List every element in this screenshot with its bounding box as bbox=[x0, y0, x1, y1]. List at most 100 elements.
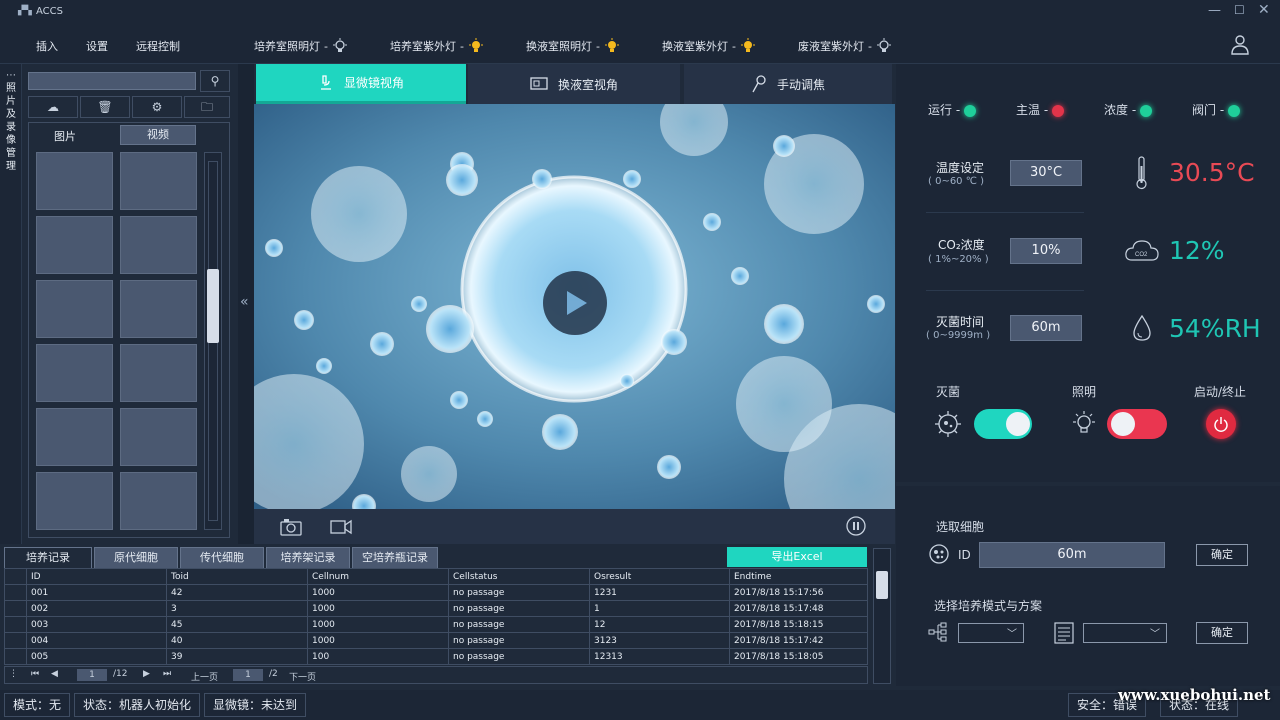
close-icon[interactable]: ✕ bbox=[1258, 2, 1270, 18]
maximize-icon[interactable]: ☐ bbox=[1234, 3, 1245, 17]
tab-videos[interactable]: 视频 bbox=[120, 125, 196, 145]
page-input[interactable]: 1 bbox=[77, 669, 107, 681]
thumbnail[interactable] bbox=[120, 408, 197, 466]
export-excel-button[interactable]: 导出Excel bbox=[727, 547, 867, 567]
temp-setpoint-input[interactable]: 30°C bbox=[1010, 160, 1082, 186]
pause-icon[interactable] bbox=[846, 516, 866, 536]
col-toid[interactable]: Toid bbox=[166, 568, 308, 585]
prev-page-link[interactable]: 上一页 bbox=[191, 670, 218, 683]
gear-icon[interactable]: ⚙ bbox=[132, 96, 182, 118]
user-icon[interactable] bbox=[1230, 34, 1250, 56]
co2-setpoint-input[interactable]: 10% bbox=[1010, 238, 1082, 264]
thumbnail[interactable] bbox=[36, 408, 113, 466]
col-osresult[interactable]: Osresult bbox=[589, 568, 730, 585]
col-endtime[interactable]: Endtime bbox=[729, 568, 868, 585]
tab-rack-records[interactable]: 培养架记录 bbox=[266, 547, 350, 569]
thumbnail[interactable] bbox=[36, 216, 113, 274]
last-page-icon[interactable]: ⏭ bbox=[163, 669, 171, 679]
viewer-controls bbox=[254, 509, 895, 544]
power-label: 启动/终止 bbox=[1194, 385, 1247, 399]
table-row[interactable]: 004 40 1000 no passage 3123 2017/8/18 15:17:4… bbox=[4, 632, 868, 649]
table-row[interactable]: 005 39 100 no passage 12313 2017/8/18 15:18:0… bbox=[4, 648, 868, 665]
sterilization-toggle[interactable] bbox=[974, 409, 1032, 439]
search-input[interactable] bbox=[28, 72, 196, 90]
minimize-icon[interactable]: — bbox=[1208, 3, 1221, 18]
watermark: www.xuebohui.net bbox=[1118, 686, 1271, 704]
bulb-on-icon bbox=[604, 38, 619, 52]
thumbnail[interactable] bbox=[36, 280, 113, 338]
microscope-viewer[interactable] bbox=[254, 104, 895, 509]
panel-collapse-bar[interactable]: « bbox=[238, 64, 254, 544]
lamp-culture-uv[interactable]: 培养室紫外灯 - bbox=[390, 38, 484, 54]
table-scrollbar[interactable] bbox=[873, 548, 891, 684]
tab-photos[interactable]: 图片 bbox=[54, 128, 76, 144]
more-icon[interactable]: ⋯ bbox=[6, 70, 16, 81]
lamp-label: 换液室照明灯 bbox=[526, 40, 592, 53]
toggle-knob bbox=[1006, 412, 1030, 436]
prev-page-icon[interactable]: ◀ bbox=[51, 669, 58, 679]
power-button[interactable] bbox=[1206, 409, 1236, 439]
thumbnail[interactable] bbox=[120, 216, 197, 274]
table-row[interactable]: 003 45 1000 no passage 12 2017/8/18 15:18:15 bbox=[4, 616, 868, 633]
lamp-exchange-uv[interactable]: 换液室紫外灯 - bbox=[662, 38, 756, 54]
lamp-exchange-light[interactable]: 换液室照明灯 - bbox=[526, 38, 620, 54]
tab-microscope-view[interactable]: 显微镜视角 bbox=[256, 64, 466, 104]
gallery-scrollbar[interactable] bbox=[204, 152, 222, 530]
collapse-left-icon[interactable]: « bbox=[240, 294, 249, 310]
focus-knob-icon bbox=[752, 75, 766, 93]
chevron-down-icon: ﹀ bbox=[1150, 629, 1160, 640]
media-manager-strip[interactable]: ⋯ 照片及录像管理 bbox=[0, 64, 22, 544]
col-cellnum[interactable]: Cellnum bbox=[307, 568, 449, 585]
lamp-sep: - bbox=[324, 39, 328, 53]
thumbnail[interactable] bbox=[120, 280, 197, 338]
thumbnail[interactable] bbox=[36, 344, 113, 402]
col-cellstatus[interactable]: Cellstatus bbox=[448, 568, 590, 585]
tab-culture-records[interactable]: 培养记录 bbox=[4, 547, 92, 569]
scrollbar-thumb[interactable] bbox=[876, 571, 888, 599]
culture-plan-select[interactable]: ﹀ bbox=[1083, 623, 1167, 643]
confirm-mode-button[interactable]: 确定 bbox=[1196, 622, 1248, 644]
menu-insert[interactable]: 插入 bbox=[36, 38, 58, 54]
thumbnail[interactable] bbox=[36, 152, 113, 210]
lighting-toggle[interactable] bbox=[1107, 409, 1167, 439]
thumbnail[interactable] bbox=[36, 472, 113, 530]
col-id[interactable]: ID bbox=[26, 568, 167, 585]
trash-icon[interactable]: 🗑 bbox=[80, 96, 130, 118]
records-table: ID Toid Cellnum Cellstatus Osresult Endt… bbox=[4, 568, 868, 665]
co2-cloud-icon: CO2 bbox=[1125, 240, 1159, 261]
pager-menu-icon[interactable]: ⋮ bbox=[9, 669, 18, 679]
next-page-icon[interactable]: ▶ bbox=[143, 669, 150, 679]
thumbnail[interactable] bbox=[120, 472, 197, 530]
search-icon[interactable]: ⚲ bbox=[200, 70, 230, 92]
tab-empty-flask-records[interactable]: 空培养瓶记录 bbox=[352, 547, 438, 569]
lamp-sep: - bbox=[868, 39, 872, 53]
folder-icon[interactable]: 🗀 bbox=[184, 96, 230, 118]
tab-primary-cells[interactable]: 原代细胞 bbox=[94, 547, 178, 569]
page-input-2[interactable]: 1 bbox=[233, 669, 263, 681]
thumbnail[interactable] bbox=[120, 152, 197, 210]
table-row[interactable]: 001 42 1000 no passage 1231 2017/8/18 15:17:5… bbox=[4, 584, 868, 601]
video-record-icon[interactable] bbox=[330, 519, 352, 535]
table-row[interactable]: 002 3 1000 no passage 1 2017/8/18 15:17:48 bbox=[4, 600, 868, 617]
next-page-link[interactable]: 下一页 bbox=[289, 670, 316, 683]
camera-icon[interactable] bbox=[280, 518, 302, 536]
status-bar: 模式：无 状态：机器人初始化 显微镜：未达到 安全：错误 状态：在线 www.x… bbox=[0, 686, 1280, 720]
menu-settings[interactable]: 设置 bbox=[86, 38, 108, 54]
lamp-culture-light[interactable]: 培养室照明灯 - bbox=[254, 38, 348, 54]
steril-time-input[interactable]: 60m bbox=[1010, 315, 1082, 341]
culture-mode-select[interactable]: ﹀ bbox=[958, 623, 1024, 643]
tab-label: 换液室视角 bbox=[557, 77, 618, 92]
status-mode: 模式：无 bbox=[4, 693, 71, 717]
menu-remote-control[interactable]: 远程控制 bbox=[136, 38, 180, 54]
lamp-waste-uv[interactable]: 废液室紫外灯 - bbox=[798, 38, 892, 54]
play-button[interactable] bbox=[543, 271, 607, 335]
tab-manual-focus[interactable]: 手动调焦 bbox=[684, 64, 892, 104]
cell-id-input[interactable]: 60m bbox=[979, 542, 1165, 568]
scrollbar-thumb[interactable] bbox=[207, 269, 219, 343]
tab-passaged-cells[interactable]: 传代细胞 bbox=[180, 547, 264, 569]
confirm-cell-button[interactable]: 确定 bbox=[1196, 544, 1248, 566]
thumbnail[interactable] bbox=[120, 344, 197, 402]
tab-exchange-room-view[interactable]: 换液室视角 bbox=[468, 64, 680, 104]
upload-cloud-icon[interactable]: ☁ bbox=[28, 96, 78, 118]
first-page-icon[interactable]: ⏮ bbox=[31, 669, 39, 679]
